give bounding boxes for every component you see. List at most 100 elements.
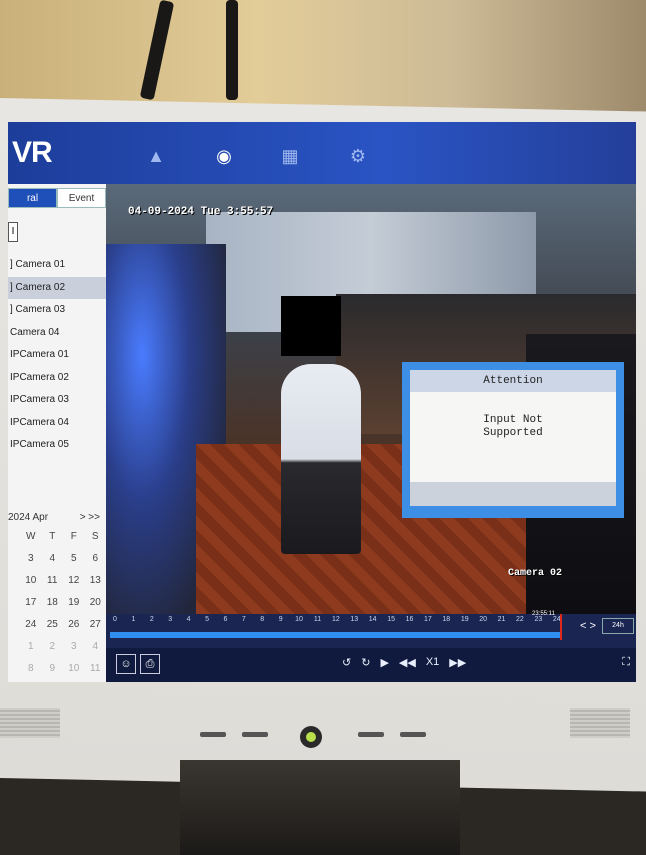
calendar-day[interactable]: 2 [42,636,64,658]
camera-item[interactable]: IPCamera 03 [8,389,106,412]
attention-dialog: Attention Input Not Supported [402,362,624,518]
camera-item[interactable]: IPCamera 04 [8,412,106,435]
settings-icon[interactable]: ⚙ [348,146,368,166]
calendar-day[interactable]: 24 [20,614,42,636]
calendar: 2024 Apr > >> W T F S 3 4 5 6 10 11 12 1… [8,510,106,680]
timeline-tick: 3 [168,616,173,623]
timeline-marker[interactable] [560,614,562,640]
calendar-day[interactable]: 10 [20,570,42,592]
timeline-tick: 14 [368,616,377,623]
calendar-day[interactable]: 4 [85,636,107,658]
camera-item[interactable]: IPCamera 02 [8,367,106,390]
calendar-week: 1 2 3 4 [8,636,106,658]
app-logo: VR [12,136,53,169]
timeline-tick: 6 [223,616,228,623]
dialog-message-line1: Input Not [483,414,543,426]
dialog-footer [410,482,616,506]
timeline-tick: 5 [205,616,209,623]
camera-item-selected[interactable]: ] Camera 02 [8,276,106,299]
timeline-tick: 23 [534,616,543,623]
calendar-day[interactable]: 17 [20,592,42,614]
camera-item[interactable]: ] Camera 01 [8,254,106,277]
calendar-day[interactable]: 11 [42,570,64,592]
timeline-tick: 21 [497,616,506,623]
sidebar: ral Event I ] Camera 01 ] Camera 02 ] Ca… [8,184,106,682]
camera-icon[interactable]: ▲ [146,146,166,166]
calendar-day[interactable]: 27 [85,614,107,636]
timeline-tick: 17 [424,616,432,623]
calendar-weekdays: W T F S [8,526,106,548]
timeline-tick: 7 [241,616,246,623]
dialog-body: Input Not Supported [410,392,616,482]
monitor-button[interactable] [400,732,426,737]
calendar-day[interactable]: 5 [63,548,85,570]
monitor-button[interactable] [200,732,226,737]
timeline-tick: 19 [460,616,469,623]
top-nav-bar: VR ▲ ◉ ▦ ⚙ [8,122,636,184]
monitor-button[interactable] [358,732,384,737]
calendar-day[interactable]: 25 [42,614,64,636]
camera-list: ] Camera 01 ] Camera 02 ] Camera 03 Came… [8,254,106,457]
weekday-label: F [70,531,77,542]
dialog-title: Attention [410,370,616,392]
power-button[interactable] [300,726,322,748]
timeline-tick: 16 [405,616,414,623]
rewind-30s-icon[interactable]: ↺ [342,656,351,669]
calendar-day[interactable]: 9 [42,658,64,680]
tab-event[interactable]: Event [57,188,106,208]
weekday-label: W [26,531,36,542]
forward-30s-icon[interactable]: ↻ [361,656,370,669]
file-search-icon[interactable]: ▦ [280,146,300,166]
calendar-day[interactable]: 20 [85,592,107,614]
play-icon[interactable]: ▶ [380,656,388,669]
playback-controls: ☺ ⎙ ↺ ↻ ▶ ◀◀ X1 ▶▶ ⛶ [106,648,636,682]
monitor-screen: VR ▲ ◉ ▦ ⚙ ⓘ ◉ ▲ ↧ ral Event I ] Camera … [8,122,636,682]
user-icon[interactable]: ☺ [116,654,136,674]
timeline-tick: 15 [387,616,395,623]
calendar-nav[interactable]: > >> [80,510,100,526]
calendar-day[interactable]: 3 [63,636,85,658]
print-icon[interactable]: ⎙ [140,654,160,674]
timeline-tick: 10 [295,616,303,623]
camera-item[interactable]: Camera 04 [8,322,106,345]
timeline-nav[interactable]: < > [580,620,596,632]
timeline-tick: 1 [131,616,136,623]
calendar-day[interactable]: 10 [63,658,85,680]
calendar-day[interactable]: 13 [85,570,107,592]
camera-item[interactable]: IPCamera 01 [8,344,106,367]
calendar-day[interactable]: 4 [42,548,64,570]
timeline-tick: 18 [442,616,451,623]
calendar-day[interactable]: 18 [42,592,64,614]
timeline[interactable]: 0 1 2 3 4 5 6 7 8 9 10 11 12 13 14 15 16 17 18 19 20 21 22 23 24… [106,611,636,648]
timeline-current-time: 23:55:11 [532,611,555,617]
calendar-day[interactable]: 6 [85,548,107,570]
calendar-day[interactable]: 1 [20,636,42,658]
timeline-zoom-select[interactable]: 24h [602,618,634,634]
video-feed[interactable]: 04-09-2024 Tue 3:55:57 Camera 02 Attenti… [106,184,636,614]
timeline-tick: 20 [479,616,488,623]
calendar-day[interactable]: 26 [63,614,85,636]
timeline-bar[interactable] [110,632,562,638]
timeline-tick: 4 [186,616,191,623]
playback-icon[interactable]: ◉ [214,146,234,166]
monitor-button[interactable] [242,732,268,737]
camera-item[interactable]: ] Camera 03 [8,299,106,322]
calendar-day[interactable]: 19 [63,592,85,614]
redaction-box [281,296,341,356]
timeline-ticks: 0 1 2 3 4 5 6 7 8 9 10 11 12 13 14 15 16 17 18 19 20 21 22 23 24 [110,616,562,628]
osd-datetime: 04-09-2024 Tue 3:55:57 [128,206,274,218]
timeline-tick: 0 [113,616,117,623]
fast-icon[interactable]: ▶▶ [449,656,466,669]
calendar-day[interactable]: 3 [20,548,42,570]
fullscreen-icon[interactable]: ⛶ [622,656,630,669]
tab-general[interactable]: ral [8,188,57,208]
slow-icon[interactable]: ◀◀ [399,656,416,669]
calendar-day[interactable]: 8 [20,658,42,680]
scene-person [281,364,361,554]
collapse-button[interactable]: I [8,222,18,242]
calendar-day[interactable]: 11 [85,658,107,680]
calendar-week: 24 25 26 27 [8,614,106,636]
cable [226,0,238,100]
calendar-day[interactable]: 12 [63,570,85,592]
camera-item[interactable]: IPCamera 05 [8,434,106,457]
